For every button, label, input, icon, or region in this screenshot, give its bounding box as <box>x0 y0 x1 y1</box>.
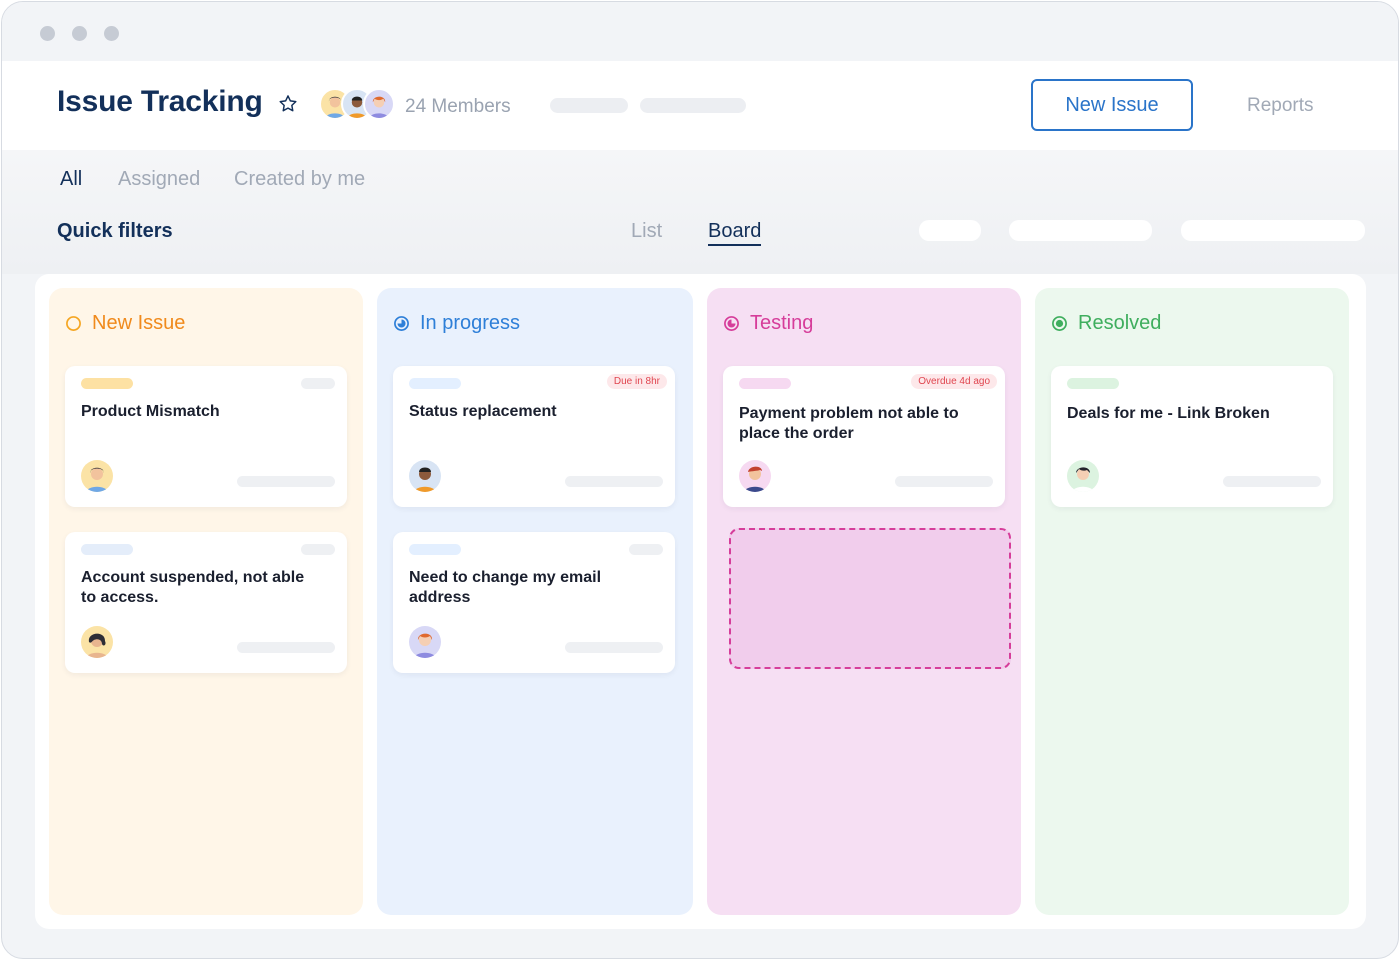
page-header: Issue Tracking 24 Members New Issue Repo… <box>2 61 1398 150</box>
window-titlebar <box>2 2 1398 61</box>
column-title: In progress <box>393 312 520 335</box>
assignee-avatar[interactable] <box>409 460 441 492</box>
view-list[interactable]: List <box>631 220 662 243</box>
view-board[interactable]: Board <box>708 220 762 246</box>
card-title: Account suspended, not able to access. <box>81 569 305 606</box>
tab-assigned[interactable]: Assigned <box>118 168 200 191</box>
card-meta-placeholder <box>565 476 663 487</box>
issue-card[interactable]: Deals for me - Link Broken <box>1051 366 1333 507</box>
tab-created-by-me[interactable]: Created by me <box>234 168 365 191</box>
column-title-label: New Issue <box>92 312 186 334</box>
card-meta-placeholder <box>301 378 335 389</box>
star-icon[interactable] <box>277 93 299 115</box>
assignee-avatar[interactable] <box>739 460 771 492</box>
new-issue-button[interactable]: New Issue <box>1031 79 1193 131</box>
overdue-badge: Overdue 4d ago <box>911 374 997 389</box>
card-tag <box>81 378 133 389</box>
card-meta-placeholder <box>629 544 663 555</box>
issue-card[interactable]: Overdue 4d ago Payment problem not able … <box>723 366 1005 507</box>
card-title: Product Mismatch <box>81 403 220 420</box>
quick-filters-label[interactable]: Quick filters <box>57 220 173 243</box>
filter-bar: All Assigned Created by me Quick filters… <box>2 150 1398 274</box>
open-circle-icon <box>66 316 81 331</box>
issue-card[interactable]: Product Mismatch <box>65 366 347 507</box>
column-title: New Issue <box>65 312 185 335</box>
app-window: Issue Tracking 24 Members New Issue Repo… <box>1 1 1399 959</box>
filter-chip-placeholder[interactable] <box>1009 220 1152 241</box>
column-title-label: Resolved <box>1078 312 1162 334</box>
window-maximize-dot[interactable] <box>104 26 119 41</box>
column-in-progress: In progress Due in 8hr Status replacemen… <box>377 288 693 915</box>
card-meta-placeholder <box>565 642 663 653</box>
due-badge: Due in 8hr <box>606 374 667 389</box>
card-meta-placeholder <box>301 544 335 555</box>
card-drop-zone[interactable] <box>729 528 1011 669</box>
testing-circle-icon <box>724 316 739 331</box>
card-title: Need to change my email address <box>409 569 602 606</box>
assignee-avatar[interactable] <box>1067 460 1099 492</box>
column-title-label: Testing <box>750 312 814 334</box>
window-minimize-dot[interactable] <box>72 26 87 41</box>
assignee-avatar[interactable] <box>81 626 113 658</box>
issue-card[interactable]: Need to change my email address <box>393 532 675 673</box>
column-title-label: In progress <box>420 312 521 334</box>
tab-all[interactable]: All <box>60 168 82 191</box>
card-meta-placeholder <box>895 476 993 487</box>
card-tag <box>409 544 461 555</box>
placeholder-bar <box>640 98 746 113</box>
column-testing: Testing Overdue 4d ago Payment problem n… <box>707 288 1021 915</box>
members-count[interactable]: 24 Members <box>405 96 511 118</box>
card-meta-placeholder <box>237 476 335 487</box>
card-tag <box>739 378 791 389</box>
card-tag <box>1067 378 1119 389</box>
card-meta-placeholder <box>237 642 335 653</box>
column-resolved: Resolved Deals for me - Link Broken <box>1035 288 1349 915</box>
card-title: Status replacement <box>409 403 557 420</box>
card-title: Deals for me - Link Broken <box>1067 405 1270 422</box>
reports-link[interactable]: Reports <box>1247 95 1314 117</box>
filter-chip-placeholder[interactable] <box>1181 220 1365 241</box>
progress-circle-icon <box>394 316 409 331</box>
column-new-issue: New Issue Product Mismatch Account suspe… <box>49 288 363 915</box>
assignee-avatar[interactable] <box>409 626 441 658</box>
card-title: Payment problem not able to place the or… <box>739 405 959 442</box>
assignee-avatar[interactable] <box>81 460 113 492</box>
window-close-dot[interactable] <box>40 26 55 41</box>
card-tag <box>409 378 461 389</box>
issue-card[interactable]: Account suspended, not able to access. <box>65 532 347 673</box>
kanban-board: New Issue Product Mismatch Account suspe… <box>35 274 1366 929</box>
page-title: Issue Tracking <box>57 85 263 118</box>
placeholder-bar <box>550 98 628 113</box>
card-meta-placeholder <box>1223 476 1321 487</box>
avatar <box>363 88 395 120</box>
card-tag <box>81 544 133 555</box>
filter-chip-placeholder[interactable] <box>919 220 981 241</box>
issue-card[interactable]: Due in 8hr Status replacement <box>393 366 675 507</box>
resolved-circle-icon <box>1052 316 1067 331</box>
member-avatars[interactable] <box>319 88 399 122</box>
column-title: Testing <box>723 312 813 335</box>
column-title: Resolved <box>1051 312 1161 335</box>
